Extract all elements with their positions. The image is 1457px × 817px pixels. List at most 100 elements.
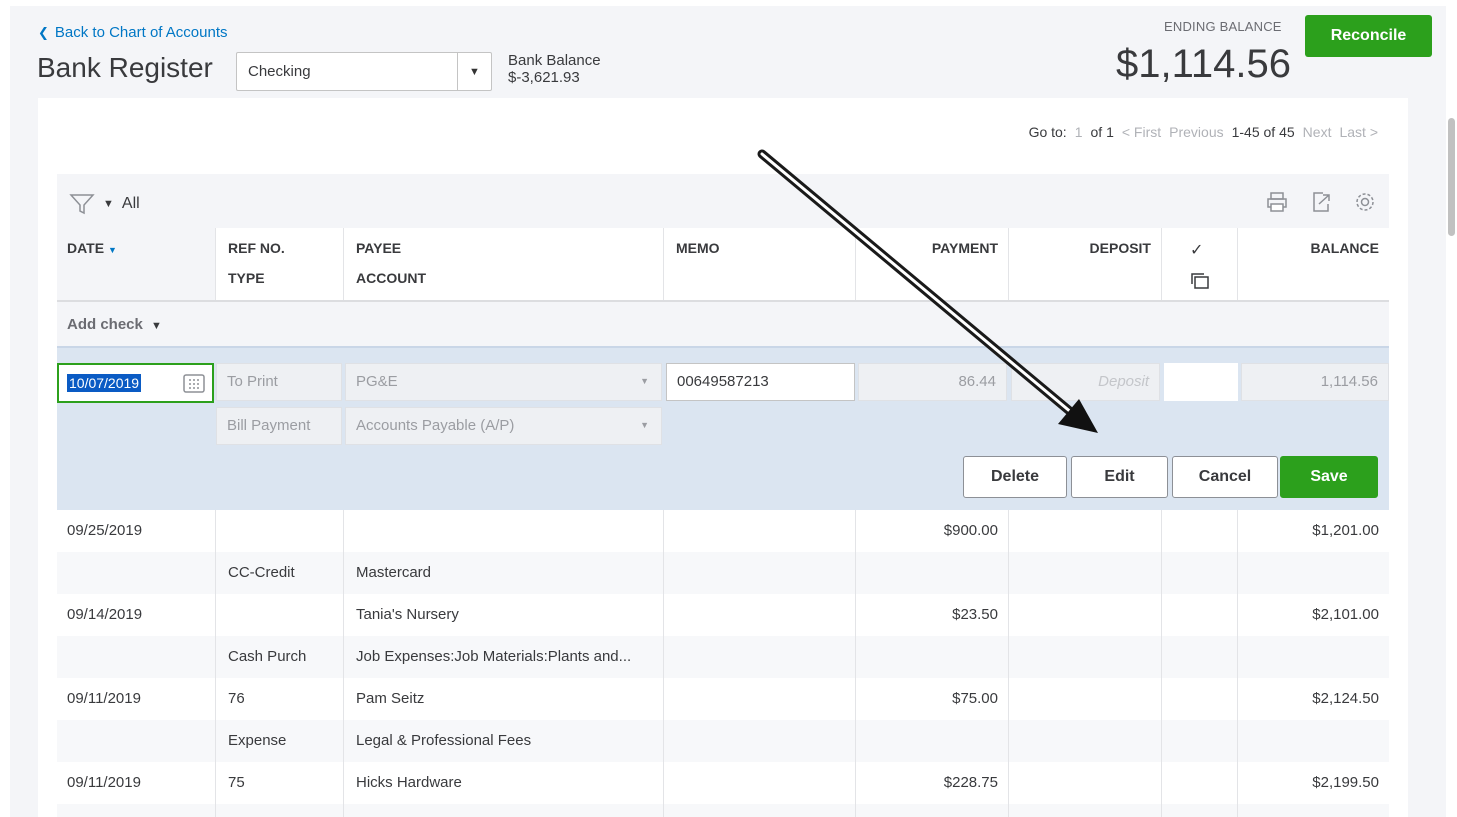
column-payee-account[interactable]: PAYEE ACCOUNT: [344, 228, 664, 300]
txn-type: Cash Purch: [216, 636, 344, 678]
delete-button[interactable]: Delete: [963, 456, 1067, 498]
pagination: Go to: 1 of 1 < First Previous 1-45 of 4…: [1029, 124, 1378, 140]
txn-deposit: [1009, 678, 1162, 720]
print-icon[interactable]: [1265, 190, 1289, 214]
txn-ref: 76: [216, 678, 344, 720]
txn-spacer: [1162, 636, 1238, 678]
filter-control[interactable]: ▼ All: [69, 192, 140, 216]
txn-ref: [216, 510, 344, 552]
vertical-scrollbar[interactable]: [1446, 100, 1457, 817]
caret-down-icon: ▼: [640, 376, 649, 386]
edit-button[interactable]: Edit: [1071, 456, 1168, 498]
column-deposit[interactable]: DEPOSIT: [1009, 228, 1162, 300]
column-date[interactable]: DATE ▼: [57, 228, 216, 300]
back-to-chart-of-accounts-link[interactable]: ❮ Back to Chart of Accounts: [38, 24, 228, 41]
column-balance[interactable]: BALANCE: [1238, 228, 1389, 300]
column-ref-type[interactable]: REF NO. TYPE: [216, 228, 344, 300]
back-link-label: Back to Chart of Accounts: [54, 24, 228, 41]
goto-label: Go to:: [1028, 124, 1067, 140]
txn-memo: [664, 594, 856, 636]
txn-spacer: [1009, 720, 1162, 762]
filter-icon: [69, 194, 95, 215]
page-title: Bank Register: [37, 52, 213, 83]
caret-down-icon[interactable]: ▼: [457, 53, 491, 90]
deposit-field[interactable]: Deposit: [1011, 363, 1160, 401]
txn-payment: $900.00: [856, 510, 1009, 552]
caret-down-icon: ▼: [151, 320, 162, 332]
account-select[interactable]: Checking ▼: [236, 52, 492, 91]
column-memo[interactable]: MEMO: [664, 228, 856, 300]
txn-account: Job Expenses:Job Materials:Plants and...: [344, 636, 664, 678]
reconcile-button[interactable]: Reconcile: [1305, 15, 1432, 57]
bank-register-page: ❮ Back to Chart of Accounts Bank Registe…: [10, 6, 1446, 817]
calendar-icon[interactable]: [182, 372, 206, 394]
ending-balance-value: $1,114.56: [1116, 42, 1291, 86]
column-cleared[interactable]: ✓: [1162, 228, 1238, 300]
account-field-value: Accounts Payable (A/P): [356, 417, 515, 434]
txn-deposit: [1009, 594, 1162, 636]
transaction-row[interactable]: 09/11/2019 75 Hicks Hardware $228.75 $2,…: [57, 762, 1389, 817]
txn-account: Mastercard: [344, 552, 664, 594]
chevron-left-icon: ❮: [38, 24, 49, 40]
account-select-value: Checking: [248, 63, 311, 80]
toolbar-icons: [1265, 190, 1377, 214]
filter-label: All: [121, 195, 140, 212]
checkmark-icon: ✓: [1190, 242, 1204, 259]
gear-icon[interactable]: [1353, 190, 1377, 214]
txn-spacer: [1162, 720, 1238, 762]
transaction-row[interactable]: 09/14/2019 Tania's Nursery $23.50 $2,101…: [57, 594, 1389, 678]
txn-spacer: [664, 804, 856, 817]
add-check-dropdown[interactable]: Add check ▼: [57, 302, 1389, 348]
column-payment[interactable]: PAYMENT: [856, 228, 1009, 300]
txn-payee: Tania's Nursery: [344, 594, 664, 636]
txn-payee: Pam Seitz: [344, 678, 664, 720]
txn-spacer: [664, 636, 856, 678]
txn-payment: $75.00: [856, 678, 1009, 720]
transaction-row[interactable]: 09/25/2019 $900.00 $1,201.00 CC-Credit M…: [57, 510, 1389, 594]
transaction-row[interactable]: 09/11/2019 76 Pam Seitz $75.00 $2,124.50…: [57, 678, 1389, 762]
save-button[interactable]: Save: [1280, 456, 1378, 498]
txn-spacer: [856, 636, 1009, 678]
column-header: DATE ▼ REF NO. TYPE PAYEE ACCOUNT MEMO P…: [57, 228, 1389, 302]
txn-spacer: [1162, 804, 1238, 817]
txn-balance: $2,101.00: [1312, 606, 1379, 623]
balance-header-label: BALANCE: [1310, 240, 1379, 256]
txn-spacer: [1009, 804, 1162, 817]
memo-field[interactable]: 00649587213: [666, 363, 855, 401]
ref-no-field[interactable]: To Print: [216, 363, 342, 401]
txn-ref: 75: [216, 762, 344, 804]
txn-balance: $1,201.00: [1312, 522, 1379, 539]
txn-date: 09/11/2019: [57, 678, 216, 720]
bank-balance-label: Bank Balance: [508, 52, 601, 69]
add-check-label: Add check: [67, 316, 143, 333]
txn-cleared: [1162, 594, 1238, 636]
account-field[interactable]: Accounts Payable (A/P) ▼: [345, 407, 662, 445]
register-panel: Go to: 1 of 1 < First Previous 1-45 of 4…: [38, 98, 1408, 817]
goto-page-input[interactable]: 1: [1075, 124, 1083, 140]
txn-spacer: [856, 804, 1009, 817]
txn-ref: [216, 594, 344, 636]
payee-field-value: PG&E: [356, 373, 398, 390]
txn-payee: [344, 510, 664, 552]
export-icon[interactable]: [1309, 190, 1333, 214]
payment-field[interactable]: 86.44: [858, 363, 1007, 401]
copy-icon: [1190, 272, 1210, 293]
cleared-field[interactable]: [1164, 363, 1238, 401]
next-page-link[interactable]: Next: [1303, 124, 1332, 140]
deposit-header-label: DEPOSIT: [1089, 240, 1151, 256]
txn-cleared: [1162, 510, 1238, 552]
payee-field[interactable]: PG&E ▼: [345, 363, 662, 401]
txn-balance: $2,124.50: [1312, 690, 1379, 707]
txn-spacer: [856, 552, 1009, 594]
previous-page-link[interactable]: Previous: [1169, 124, 1223, 140]
first-page-link[interactable]: < First: [1122, 124, 1161, 140]
scrollbar-thumb[interactable]: [1448, 118, 1455, 236]
balance-field: 1,114.56: [1241, 363, 1389, 401]
txn-date: 09/25/2019: [57, 510, 216, 552]
cancel-button[interactable]: Cancel: [1172, 456, 1278, 498]
txn-memo: [664, 762, 856, 804]
sort-caret-icon: ▼: [107, 245, 117, 255]
date-field[interactable]: 10/07/2019: [57, 363, 214, 403]
last-page-link[interactable]: Last >: [1339, 124, 1378, 140]
txn-payment: $23.50: [856, 594, 1009, 636]
